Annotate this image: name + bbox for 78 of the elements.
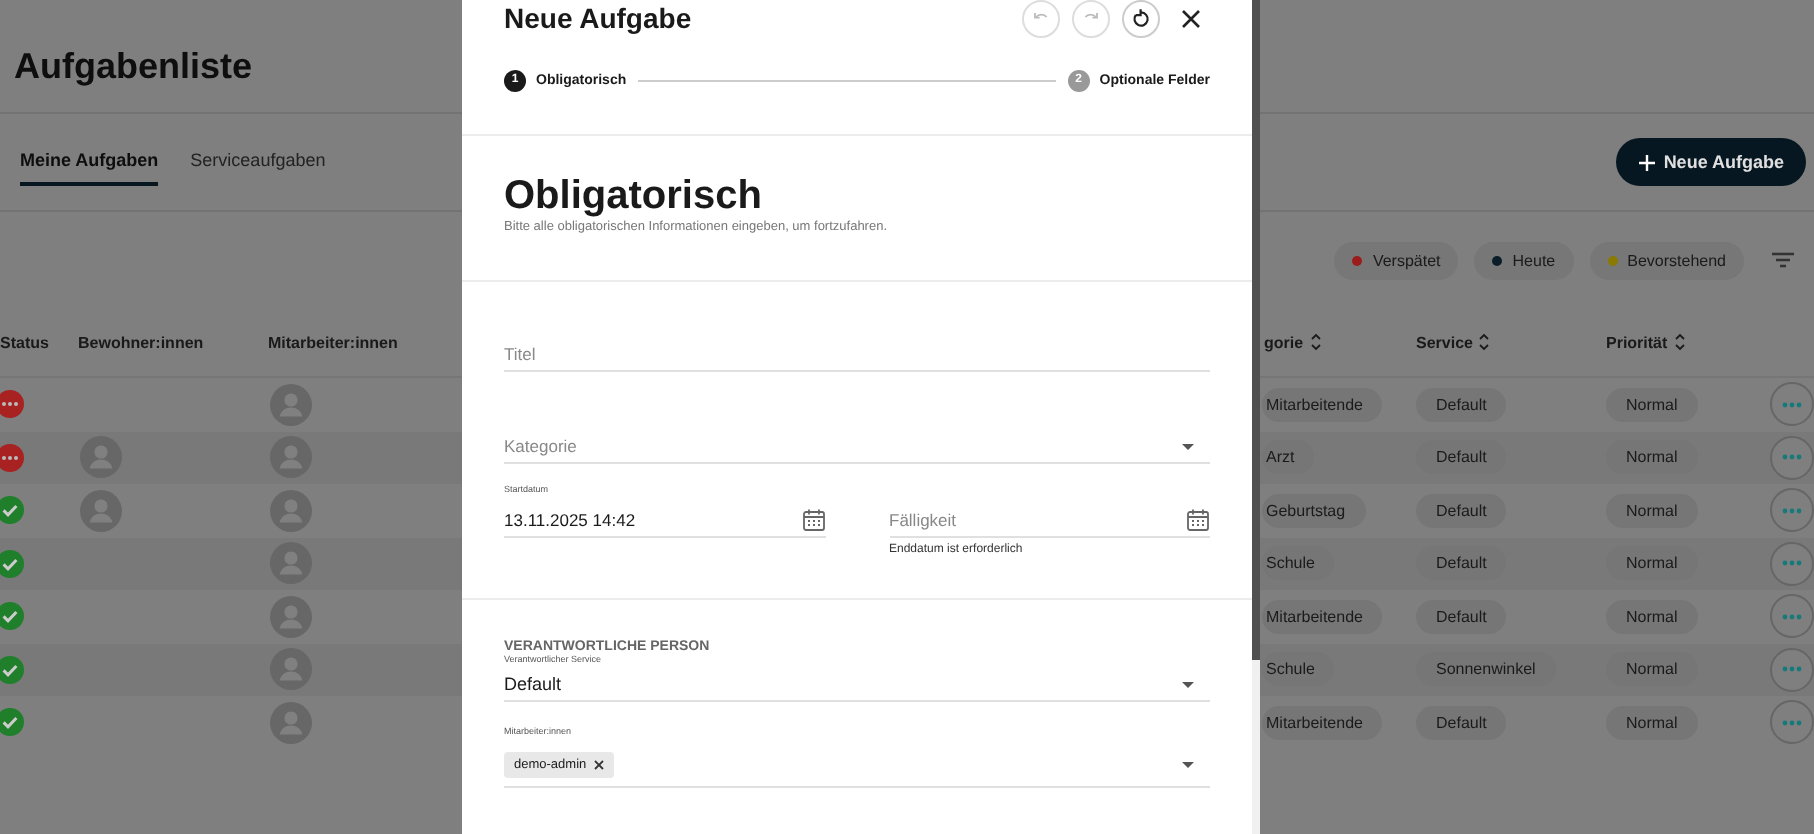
category-select[interactable]: Kategorie <box>504 430 1210 464</box>
tab[interactable]: Serviceaufgaben <box>190 138 326 186</box>
more-button[interactable] <box>1770 541 1814 586</box>
page-title: Aufgabenliste <box>14 46 253 88</box>
more-icon <box>1782 613 1802 620</box>
more-button[interactable] <box>1770 435 1814 480</box>
filter-chip[interactable]: Heute <box>1474 241 1574 279</box>
more-icon <box>1782 560 1802 567</box>
service-tag: Default <box>1416 599 1507 634</box>
column-header: Mitarbeiter:innen <box>268 333 398 351</box>
title-field[interactable]: Titel <box>504 338 1210 372</box>
check-status-icon <box>0 655 24 684</box>
avatar-icon <box>270 648 312 691</box>
reset-button[interactable] <box>1122 0 1160 37</box>
category-tag: Schule <box>1262 652 1335 687</box>
category-tag: Mitarbeitende <box>1262 387 1383 422</box>
more-button[interactable] <box>1770 382 1814 427</box>
more-icon <box>1782 454 1802 461</box>
chip-label: Verspätet <box>1372 251 1441 269</box>
check-status-icon <box>0 708 24 737</box>
dialog-title: Neue Aufgabe <box>504 2 692 34</box>
service-tag: Sonnenwinkel <box>1416 652 1556 687</box>
column-header: Status <box>0 333 49 351</box>
service-select[interactable]: Default <box>504 668 1210 702</box>
more-button[interactable] <box>1770 488 1814 533</box>
calendar-icon <box>801 508 825 532</box>
due-date-field[interactable]: Fälligkeit <box>889 504 1210 538</box>
more-icon <box>1782 507 1802 514</box>
avatar-icon <box>270 383 312 426</box>
priority-tag: Normal <box>1606 493 1698 528</box>
service-tag: Default <box>1416 705 1507 740</box>
remove-icon <box>594 759 605 769</box>
column-header: Service <box>1416 333 1473 351</box>
more-button[interactable] <box>1770 647 1814 692</box>
filter-chip[interactable]: Verspätet <box>1334 241 1459 279</box>
priority-tag: Normal <box>1606 387 1698 422</box>
category-tag: Geburtstag <box>1262 493 1366 528</box>
calendar-icon <box>1186 508 1210 532</box>
check-status-icon <box>0 602 24 631</box>
overdue-status-icon <box>0 443 24 472</box>
more-button[interactable] <box>1770 594 1814 639</box>
filter-icon <box>1772 252 1794 268</box>
reset-icon <box>1130 7 1152 29</box>
category-tag: Mitarbeitende <box>1262 599 1383 634</box>
close-icon <box>1180 7 1202 29</box>
check-status-icon <box>0 496 24 525</box>
filter-chip[interactable]: Bevorstehend <box>1589 241 1744 279</box>
service-tag: Default <box>1416 387 1507 422</box>
section-heading: Obligatorisch <box>504 174 764 218</box>
column-header: Priorität <box>1606 333 1668 351</box>
avatar-icon <box>270 542 312 585</box>
service-tag: Default <box>1416 493 1507 528</box>
more-button[interactable] <box>1770 700 1814 745</box>
caret-icon <box>1182 443 1194 449</box>
overdue-status-icon <box>0 390 24 419</box>
more-icon <box>1782 719 1802 726</box>
avatar-icon <box>270 595 312 638</box>
tab[interactable]: Meine Aufgaben <box>20 138 159 186</box>
new-task-button[interactable]: Neue Aufgabe <box>1615 138 1806 186</box>
chip-label: Heute <box>1512 251 1556 269</box>
chip-label: Bevorstehend <box>1627 251 1726 269</box>
start-date-field[interactable]: 13.11.2025 14:42 <box>504 504 825 538</box>
column-header: Bewohner:innen <box>78 333 204 351</box>
avatar-icon <box>270 701 312 744</box>
caret-icon <box>1182 761 1194 767</box>
more-icon <box>1782 401 1802 408</box>
caret-icon <box>1182 681 1194 687</box>
avatar-icon <box>270 436 312 479</box>
category-tag: Mitarbeitende <box>1262 705 1383 740</box>
priority-tag: Normal <box>1606 599 1698 634</box>
more-icon <box>1782 666 1802 673</box>
plus-icon <box>1637 153 1656 171</box>
category-tag: Arzt <box>1262 440 1315 475</box>
category-tag: Schule <box>1262 546 1335 581</box>
column-header: gorie <box>1264 333 1304 351</box>
check-status-icon <box>0 549 24 578</box>
avatar-icon <box>270 489 312 532</box>
priority-tag: Normal <box>1606 705 1698 740</box>
